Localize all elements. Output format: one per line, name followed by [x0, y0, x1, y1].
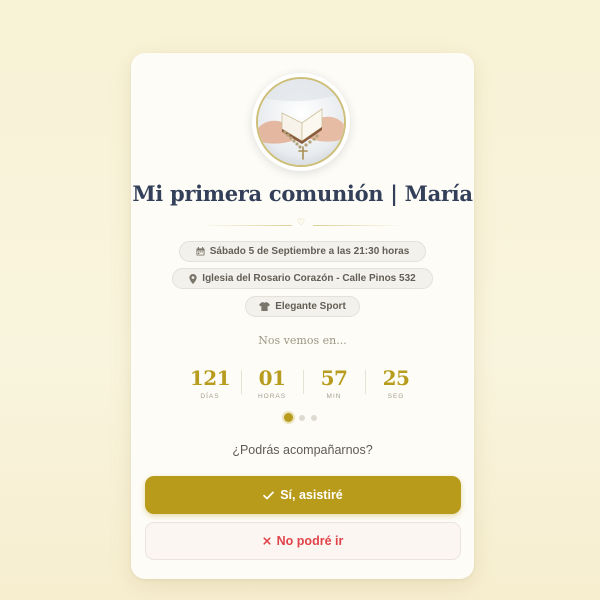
- countdown-hours-value: 01: [258, 366, 286, 390]
- countdown-hours-label: HORAS: [257, 393, 287, 400]
- carousel-dot-2[interactable]: [299, 415, 305, 421]
- countdown-days-label: DÍAS: [200, 393, 220, 400]
- countdown-minutes-label: MIN: [326, 393, 342, 400]
- page-title: Mi primera comunión | María: [132, 181, 473, 206]
- attend-button-label: Sí, asistiré: [280, 488, 343, 502]
- date-text: Sábado 5 de Septiembre a las 21:30 horas: [209, 246, 410, 257]
- map-pin-icon: [189, 273, 197, 284]
- communion-photo: [256, 77, 346, 167]
- countdown-seconds-value: 25: [382, 366, 410, 390]
- carousel-dot-3[interactable]: [311, 415, 317, 421]
- decline-button[interactable]: No podré ir: [145, 522, 461, 560]
- location-badge[interactable]: Iglesia del Rosario Corazón - Calle Pino…: [172, 268, 433, 289]
- heart-icon: ♡: [297, 218, 306, 228]
- profile-photo-frame: [252, 73, 350, 171]
- invitation-card: Mi primera comunión | María ♡ Sábado 5 d…: [131, 53, 474, 579]
- countdown-intro: Nos vemos en...: [258, 334, 347, 347]
- carousel-pagination: [284, 413, 324, 423]
- dress-code-badge: Elegante Sport: [245, 296, 360, 317]
- countdown-hours: 01 HORAS: [241, 366, 303, 400]
- countdown-minutes: 57 MIN: [303, 366, 365, 400]
- divider-line-right: [313, 225, 405, 226]
- dress-code-text: Elegante Sport: [275, 301, 346, 312]
- check-icon: [263, 490, 275, 499]
- countdown-timer: 121 DÍAS 01 HORAS 57 MIN 25 SEG: [179, 366, 427, 406]
- attend-button[interactable]: Sí, asistiré: [145, 476, 461, 514]
- countdown-days-value: 121: [189, 366, 231, 390]
- countdown-seconds-label: SEG: [387, 393, 405, 400]
- calendar-icon: [196, 247, 205, 256]
- communion-photo-image: [258, 79, 344, 165]
- carousel-dot-1[interactable]: [284, 413, 293, 422]
- close-icon: [263, 537, 271, 545]
- date-badge: Sábado 5 de Septiembre a las 21:30 horas: [179, 241, 426, 262]
- rsvp-question: ¿Podrás acompañarnos?: [232, 443, 373, 457]
- ornament-divider: ♡: [200, 218, 405, 230]
- countdown-days: 121 DÍAS: [179, 366, 241, 400]
- decline-button-label: No podré ir: [276, 534, 344, 548]
- shirt-icon: [259, 302, 271, 311]
- countdown-seconds: 25 SEG: [365, 366, 427, 400]
- location-text: Iglesia del Rosario Corazón - Calle Pino…: [202, 273, 416, 284]
- divider-line-left: [200, 225, 292, 226]
- countdown-minutes-value: 57: [320, 366, 348, 390]
